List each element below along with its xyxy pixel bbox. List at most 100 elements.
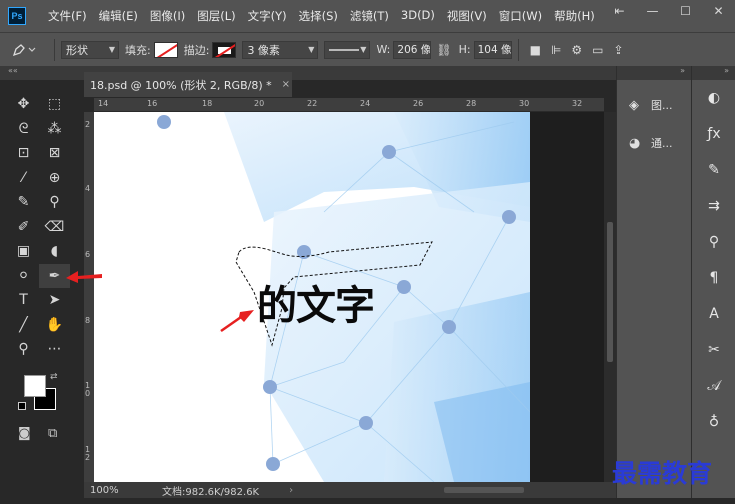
screen-mode-icon[interactable]: ⧉	[48, 426, 57, 441]
default-colors-icon[interactable]	[18, 402, 26, 410]
document-area: 18.psd @ 100% (形状 2, RGB/8) * × 14 16 18…	[84, 66, 616, 498]
magic-wand-tool-icon[interactable]: ⁂	[39, 117, 70, 141]
path-alignment-icon[interactable]: ⊫	[551, 43, 561, 57]
learn-icon[interactable]: ♁	[692, 404, 735, 440]
red-arrow-icon	[66, 271, 102, 283]
spot-healing-tool-icon[interactable]: ⊕	[39, 166, 70, 190]
path-operations-icon[interactable]: ■	[530, 43, 541, 57]
window-controls: ⇤ — ☐ ✕	[603, 0, 735, 22]
path-selection-tool-icon[interactable]: ➤	[39, 288, 70, 312]
panel-dock: » ◈ 图... ◕ 通...	[616, 66, 691, 498]
move-tool-icon[interactable]: ✥	[8, 92, 39, 116]
styles-icon[interactable]: ƒx	[692, 116, 735, 152]
options-bar: 形状 ▼ 填充: 描边: 3 像素 ▼ ▼ W: 206 像素 ⛓ H: 104…	[0, 32, 735, 66]
foreground-color[interactable]	[24, 375, 46, 397]
menu-view[interactable]: 视图(V)	[447, 8, 487, 24]
glyphs-icon[interactable]: 𝒜	[692, 368, 735, 404]
menu-select[interactable]: 选择(S)	[299, 8, 338, 24]
ruler-label: 2	[85, 120, 91, 129]
horizontal-ruler[interactable]: 14 16 18 20 22 24 26 28 30 32	[94, 98, 604, 112]
document-tab-title: 18.psd @ 100% (形状 2, RGB/8) *	[90, 78, 272, 92]
marquee-tool-icon[interactable]: ⬚	[39, 92, 70, 116]
stroke-width-value: 3 像素	[247, 43, 280, 57]
separator	[517, 38, 519, 61]
menu-image[interactable]: 图像(I)	[150, 8, 185, 24]
panel-tab-layers[interactable]: ◈ 图...	[617, 86, 691, 124]
character-icon[interactable]: A	[692, 296, 735, 332]
tools-panel: ✥ ⬚ ᘓ ⁂ ⊡ ⊠ ⁄ ⊕ ✎ ⚲ ✐ ⌫ ▣ ◖ ⚪ ✒ T ➤ ╱ ✋ …	[8, 92, 70, 362]
panel-tab-channels[interactable]: ◕ 通...	[617, 124, 691, 162]
path-options-icon[interactable]: ▭	[592, 43, 603, 57]
tool-mode-select[interactable]: 形状 ▼	[61, 40, 119, 59]
stroke-swatch[interactable]	[212, 41, 237, 58]
share-icon[interactable]: ⇪	[614, 43, 624, 57]
horizontal-scrollbar-thumb[interactable]	[444, 487, 524, 493]
close-icon[interactable]: ×	[282, 79, 290, 90]
clone-stamp-tool-icon[interactable]: ⚲	[39, 190, 70, 214]
menu-layer[interactable]: 图层(L)	[197, 8, 235, 24]
menu-filter[interactable]: 滤镜(T)	[350, 8, 389, 24]
brush-settings-icon[interactable]: ✎	[692, 152, 735, 188]
menu-help[interactable]: 帮助(H)	[554, 8, 595, 24]
zoom-tool-icon[interactable]: ⚲	[8, 337, 39, 361]
quick-mask-icon[interactable]: ◙	[18, 426, 31, 441]
line-tool-icon[interactable]: ╱	[8, 313, 39, 337]
dodge-tool-icon[interactable]: ⚪	[8, 264, 39, 288]
ruler-label: 24	[360, 99, 371, 108]
chevron-down-icon: ▼	[308, 45, 315, 54]
stroke-type-select[interactable]: ▼	[324, 40, 371, 59]
stroke-width-field[interactable]: 3 像素 ▼	[242, 40, 319, 59]
panel-collapse[interactable]: »	[692, 66, 735, 80]
ruler-label: 4	[85, 184, 91, 193]
paragraph-icon[interactable]: ¶	[692, 260, 735, 296]
vertical-ruler[interactable]: 2 4 6 8 1 0 1 2	[84, 112, 94, 482]
width-label: W:	[376, 43, 391, 56]
fill-swatch[interactable]	[153, 41, 178, 58]
tool-preset-picker[interactable]	[0, 43, 48, 57]
ruler-label: 1 0	[85, 381, 91, 398]
more-tools-icon[interactable]: ⋯	[39, 337, 70, 361]
brush-tool-icon[interactable]: ✎	[8, 190, 39, 214]
menu-edit[interactable]: 编辑(E)	[99, 8, 138, 24]
vertical-scrollbar[interactable]	[604, 112, 616, 482]
minimize-button[interactable]: —	[636, 0, 669, 22]
document-tab[interactable]: 18.psd @ 100% (形状 2, RGB/8) * ×	[84, 72, 292, 97]
menu-items: 文件(F) 编辑(E) 图像(I) 图层(L) 文字(Y) 选择(S) 滤镜(T…	[48, 8, 607, 24]
hand-tool-icon[interactable]: ✋	[39, 313, 70, 337]
path-arrangement-icon[interactable]: ⚙	[571, 43, 582, 57]
chevron-right-icon[interactable]: ›	[289, 485, 293, 496]
scrollbar-thumb[interactable]	[607, 222, 613, 362]
clone-source-icon[interactable]: ⚲	[692, 224, 735, 260]
width-field[interactable]: 206 像素	[393, 40, 432, 59]
panel-collapse[interactable]: »	[617, 66, 691, 80]
toolbar-collapse[interactable]: ««	[0, 66, 84, 80]
tools-icon[interactable]: ✂	[692, 332, 735, 368]
maximize-button[interactable]: ☐	[669, 0, 702, 22]
lasso-tool-icon[interactable]: ᘓ	[8, 117, 39, 141]
frame-tool-icon[interactable]: ⊠	[39, 141, 70, 165]
menu-type[interactable]: 文字(Y)	[248, 8, 287, 24]
menu-3d[interactable]: 3D(D)	[401, 8, 435, 24]
blur-tool-icon[interactable]: ◖	[39, 239, 70, 263]
close-button[interactable]: ✕	[702, 0, 735, 22]
swap-colors-icon[interactable]: ⇄	[50, 372, 58, 382]
ruler-label: 16	[147, 99, 158, 108]
adjustments-icon[interactable]: ◐	[692, 80, 735, 116]
crop-tool-icon[interactable]: ⊡	[8, 141, 39, 165]
link-icon[interactable]: ⛓	[436, 43, 451, 57]
eraser-tool-icon[interactable]: ⌫	[39, 215, 70, 239]
collapse-icon[interactable]: ⇤	[603, 0, 636, 22]
height-field[interactable]: 104 像素	[473, 40, 512, 59]
brushes-icon[interactable]: ⇉	[692, 188, 735, 224]
type-tool-icon[interactable]: T	[8, 288, 39, 312]
chevron-down-icon: ▼	[108, 45, 115, 54]
ruler-label: 18	[202, 99, 213, 108]
history-brush-tool-icon[interactable]: ✐	[8, 215, 39, 239]
pen-tool-icon	[12, 43, 36, 56]
gradient-tool-icon[interactable]: ▣	[8, 239, 39, 263]
ruler-label: 26	[413, 99, 424, 108]
zoom-level[interactable]: 100%	[90, 485, 150, 496]
eyedropper-tool-icon[interactable]: ⁄	[8, 166, 39, 190]
menu-window[interactable]: 窗口(W)	[499, 8, 542, 24]
menu-file[interactable]: 文件(F)	[48, 8, 87, 24]
